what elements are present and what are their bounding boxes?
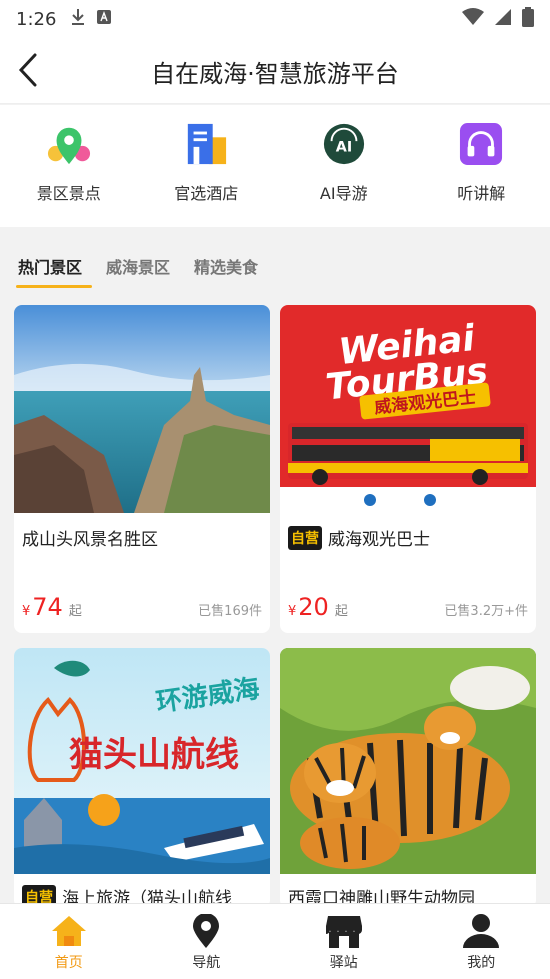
product-card[interactable]: Weihai TourBus 威海观光巴士 自营 威海观光巴士 ¥ 20 起 已… (280, 305, 536, 633)
card-footer: ¥ 74 起 已售169件 (22, 593, 262, 621)
nav-home[interactable]: 首页 (0, 904, 138, 979)
card-image-sea-route: 环游威海 猫头山航线 (14, 648, 270, 874)
download-icon (70, 8, 86, 30)
price-suffix: 起 (68, 604, 82, 619)
sold-count: 已售3.2万+件 (444, 604, 528, 619)
sold-count: 已售169件 (198, 604, 262, 619)
quick-item-ai-guide[interactable]: AI AI导游 (275, 105, 413, 227)
card-title: 自营 威海观光巴士 (280, 513, 536, 550)
tab-weihai-scenic[interactable]: 威海景区 (106, 246, 170, 286)
quick-item-label: 景区景点 (36, 184, 101, 203)
nav-label: 导航 (192, 955, 221, 971)
quick-item-label: 官选酒店 (174, 184, 239, 203)
active-tab-indicator (16, 285, 93, 288)
quick-menu: 景区景点 官选酒店 AI AI导游 听讲解 (0, 105, 550, 227)
card-image-tour-bus: Weihai TourBus 威海观光巴士 (280, 305, 536, 513)
card-title-text: 成山头风景名胜区 (22, 530, 158, 550)
tab-selected-food[interactable]: 精选美食 (194, 246, 258, 286)
svg-text:AI: AI (336, 140, 352, 156)
hotel-icon (184, 122, 228, 166)
bottom-nav: 首页 导航 驿站 我的 (0, 903, 550, 979)
tab-popular-scenic[interactable]: 热门景区 (16, 246, 93, 288)
nav-label: 我的 (467, 955, 496, 971)
self-operated-badge: 自营 (288, 525, 322, 550)
status-time: 1:26 (16, 8, 57, 30)
route-name: 猫头山航线 (69, 735, 239, 775)
quick-item-audio-guide[interactable]: 听讲解 (413, 105, 550, 227)
status-bar: 1:26 (0, 0, 550, 38)
user-icon (463, 914, 500, 948)
text-notification-icon (96, 9, 112, 29)
signal-icon (494, 8, 512, 30)
card-image-coast (14, 305, 270, 513)
product-card[interactable]: 环游威海 猫头山航线 自营 海上旅游（猫头山航线 (14, 648, 270, 908)
price-suffix: 起 (334, 604, 348, 619)
price-value: 20 (298, 593, 329, 621)
product-card[interactable]: 成山头风景名胜区 ¥ 74 起 已售169件 (14, 305, 270, 633)
product-card[interactable]: 西霞口神雕山野生动物园 (280, 648, 536, 908)
location-pin-icon (193, 914, 220, 948)
tab-label: 热门景区 (18, 258, 83, 277)
wifi-icon (462, 8, 484, 30)
card-image-tigers (280, 648, 536, 874)
nav-label: 首页 (54, 955, 83, 971)
battery-icon (522, 7, 534, 31)
card-title-text: 威海观光巴士 (328, 530, 430, 550)
map-pin-icon (47, 122, 91, 166)
price-value: 74 (32, 593, 63, 621)
category-tabs: 热门景区 威海景区 精选美食 (0, 246, 550, 290)
store-icon (325, 916, 362, 948)
nav-label: 驿站 (329, 955, 358, 971)
nav-station[interactable]: 驿站 (275, 904, 413, 979)
quick-item-scenic-spots[interactable]: 景区景点 (0, 105, 138, 227)
page-title: 自在威海·智慧旅游平台 (151, 60, 399, 88)
nav-navigation[interactable]: 导航 (138, 904, 276, 979)
quick-item-hotels[interactable]: 官选酒店 (138, 105, 276, 227)
tab-label: 威海景区 (106, 258, 171, 277)
quick-item-label: AI导游 (319, 184, 368, 203)
home-icon (51, 916, 86, 946)
card-footer: ¥ 20 起 已售3.2万+件 (288, 593, 528, 621)
headphones-icon (459, 122, 503, 166)
ai-guide-icon: AI (322, 122, 366, 166)
quick-item-label: 听讲解 (457, 184, 506, 203)
tab-label: 精选美食 (194, 258, 259, 277)
currency-symbol: ¥ (22, 604, 31, 619)
nav-profile[interactable]: 我的 (413, 904, 550, 979)
currency-symbol: ¥ (288, 604, 297, 619)
card-title: 成山头风景名胜区 (14, 513, 270, 550)
app-bar: 自在威海·智慧旅游平台 (0, 38, 550, 104)
